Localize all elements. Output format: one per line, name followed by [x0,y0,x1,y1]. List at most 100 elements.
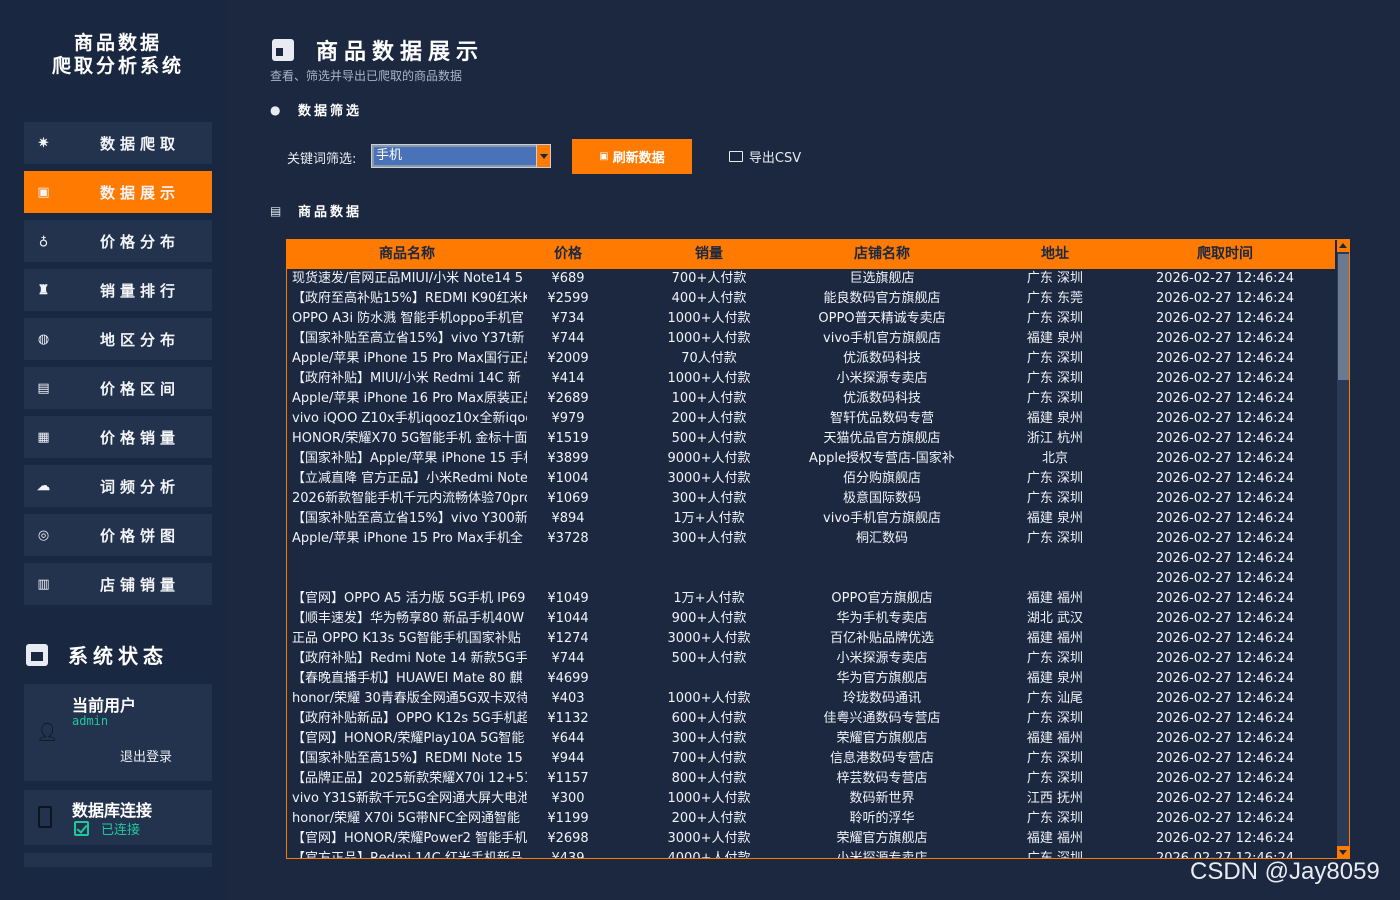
table-row[interactable]: honor/荣耀 X70i 5G带NFC全网通智能 ¥1199 200+人付款 聆听的… [287,809,1335,829]
cell-name: vivo Y31S新款千元5G全网通大屏大电池 [292,791,527,806]
cell-sales: 600+人付款 [671,711,747,726]
table-row[interactable]: 【品牌正品】2025新款荣耀X70i 12+512 ¥1157 800+人付款 梓芸数… [287,769,1335,789]
cell-address: 广东 深圳 [1026,371,1084,386]
nav-item-5[interactable]: ▤ 价格区间 [24,367,212,409]
table-row[interactable]: 【国家补贴至高立省15%】vivo Y37t新 ¥744 1000+人付款 vivo手… [287,329,1335,349]
cell-shop: 巨选旗舰店 [849,271,915,286]
cell-price: ¥4699 [547,671,589,686]
cell-name: 【官方正品】Redmi 14C 红米手机新品 [292,851,523,859]
table-row[interactable]: OPPO A3i 防水溅 智能手机oppo手机官 ¥734 1000+人付款 OPPO… [287,309,1335,329]
nav-item-7[interactable]: ☁ 词频分析 [24,465,212,507]
table-row[interactable]: 【国家补贴至高15%】REDMI Note 15 ¥944 700+人付款 信息港数码… [287,749,1335,769]
table-row[interactable]: Apple/苹果 iPhone 15 Pro Max手机全 ¥3728 300+人付… [287,529,1335,549]
cell-sales: 1000+人付款 [667,691,751,706]
nav-item-0[interactable]: ✷ 数据爬取 [24,122,212,164]
cell-name: Apple/苹果 iPhone 15 Pro Max国行正品 [292,351,527,366]
cell-price: ¥1044 [547,611,589,626]
cell-address: 江西 抚州 [1026,791,1084,806]
cell-shop: 华为手机专卖店 [836,611,928,626]
chevron-down-icon[interactable] [536,145,550,167]
table-row[interactable]: 【政府至高补贴15%】REDMI K90红米K ¥2599 400+人付款 能良数码官… [287,289,1335,309]
cell-address: 福建 福州 [1026,631,1084,646]
cell-name: 正品 OPPO K13s 5G智能手机国家补贴 [292,631,521,646]
nav-item-6[interactable]: ▦ 价格销量 [24,416,212,458]
cell-crawl-time: 2026-02-27 12:46:24 [1155,751,1295,766]
cell-address [955,569,1155,589]
keyword-filter-value[interactable]: 手机 [374,147,538,165]
column-header-name[interactable]: 商品名称 [287,240,527,269]
export-csv-button[interactable]: 导出CSV [720,139,810,174]
table-row[interactable]: HONOR/荣耀X70 5G智能手机 金标十面 ¥1519 500+人付款 天猫优品官… [287,429,1335,449]
table-row[interactable]: 2026新款智能手机千元内流畅体验70pro ¥1069 300+人付款 极意国际数码… [287,489,1335,509]
table-row[interactable]: 2026-02-27 12:46:24 [287,549,1335,569]
table-row[interactable]: vivo iQOO Z10x手机iqooz10x全新iqoo ¥979 200+人付… [287,409,1335,429]
nav-item-1[interactable]: ▣ 数据展示 [24,171,212,213]
nav-item-label: 价格分布 [100,232,181,251]
cell-price: ¥2689 [547,391,589,406]
nav-item-9[interactable]: ▥ 店铺销量 [24,563,212,605]
product-table[interactable]: 商品名称 价格 销量 店铺名称 地址 爬取时间 现货速发/官网正品MIUI/小米… [286,239,1350,859]
table-row[interactable]: 正品 OPPO K13s 5G智能手机国家补贴 ¥1274 3000+人付款 百亿补贴… [287,629,1335,649]
table-row[interactable]: vivo Y31S新款千元5G全网通大屏大电池 ¥300 1000+人付款 数码新世界… [287,789,1335,809]
keyword-filter-label: 关键词筛选: [287,152,357,167]
cell-price: ¥979 [551,411,585,426]
cell-address: 广东 深圳 [1026,531,1084,546]
table-row[interactable]: 【官网】OPPO A5 活力版 5G手机 IP69 ¥1049 1万+人付款 OPPO… [287,589,1335,609]
table-scrollbar[interactable] [1337,240,1349,858]
scrollbar-thumb[interactable] [1338,254,1349,380]
cell-address: 广东 深圳 [1026,391,1084,406]
display-icon [272,39,294,61]
system-status-label: 系统状态 [68,644,168,668]
table-row[interactable]: 【官网】HONOR/荣耀Power2 智能手机 ¥2698 3000+人付款 荣耀官方… [287,829,1335,849]
table-row[interactable]: 2026-02-27 12:46:24 [287,569,1335,589]
sidebar: 商品数据 爬取分析系统 ✷ 数据爬取 ▣ 数据展示 ♁ 价格分布 ♜ 销量排行 ◍ 地区分布 ▤ 价格… [0,0,228,900]
scroll-down-icon[interactable] [1337,846,1349,858]
nav-item-4[interactable]: ◍ 地区分布 [24,318,212,360]
table-row[interactable]: 【官网】HONOR/荣耀Play10A 5G智能 ¥644 300+人付款 荣耀官方旗… [287,729,1335,749]
table-row[interactable]: 【官方正品】Redmi 14C 红米手机新品 ¥439 4000+人付款 小米探源专卖… [287,849,1335,859]
column-header-crawl-time[interactable]: 爬取时间 [1155,240,1295,269]
cell-price: ¥2009 [547,351,589,366]
table-row[interactable]: 【政府补贴新品】OPPO K12s 5G手机超 ¥1132 600+人付款 佳粤兴通数… [287,709,1335,729]
table-row[interactable]: 【顺丰速发】华为畅享80 新品手机40W ¥1044 900+人付款 华为手机专卖店 湖… [287,609,1335,629]
cell-shop: 玲珑数码通讯 [842,691,921,706]
cell-name: 【官网】HONOR/荣耀Play10A 5G智能 [292,731,525,746]
cell-crawl-time: 2026-02-27 12:46:24 [1155,551,1295,566]
table-row[interactable]: Apple/苹果 iPhone 16 Pro Max原装正品 ¥2689 100+人… [287,389,1335,409]
table-row[interactable]: 【国家补贴至高立省15%】vivo Y300新 ¥894 1万+人付款 vivo手机官… [287,509,1335,529]
cell-price: ¥2698 [547,831,589,846]
cell-address: 广东 深圳 [1026,811,1084,826]
table-row[interactable]: 【国家补贴】Apple/苹果 iPhone 15 手机 ¥3899 9000+人付款… [287,449,1335,469]
table-row[interactable]: 现货速发/官网正品MIUI/小米 Note14 5 ¥689 700+人付款 巨选旗舰… [287,269,1335,289]
trophy-icon: ♜ [37,282,55,298]
column-header-shop[interactable]: 店铺名称 [809,240,955,269]
column-header-price[interactable]: 价格 [527,240,609,269]
table-row[interactable]: honor/荣耀 30青春版全网通5G双卡双待 ¥403 1000+人付款 玲珑数码通… [287,689,1335,709]
column-header-address[interactable]: 地址 [955,240,1155,269]
cell-price: ¥1069 [547,491,589,506]
logout-button[interactable]: 退出登录 [120,746,172,765]
keyword-filter-combobox[interactable]: 手机 [371,144,551,168]
nav-item-3[interactable]: ♜ 销量排行 [24,269,212,311]
nav-item-label: 价格销量 [100,428,181,447]
table-row[interactable]: 【春晚直播手机】HUAWEI Mate 80 麒 ¥4699 华为官方旗舰店 福建 泉… [287,669,1335,689]
check-icon [74,821,89,836]
cell-address: 广东 汕尾 [1026,691,1084,706]
table-row[interactable]: 【立减直降 官方正品】小米Redmi Note ¥1004 3000+人付款 佰分购旗… [287,469,1335,489]
cell-shop: 小米探源专卖店 [836,651,928,666]
scroll-up-icon[interactable] [1337,240,1349,252]
nav-item-2[interactable]: ♁ 价格分布 [24,220,212,262]
cell-shop: 佳粤兴通数码专营店 [823,711,941,726]
cell-sales: 200+人付款 [671,811,747,826]
nav-item-8[interactable]: ◎ 价格饼图 [24,514,212,556]
table-row[interactable]: 【政府补贴】Redmi Note 14 新款5G手 ¥744 500+人付款 小米探源… [287,649,1335,669]
refresh-data-button[interactable]: ▣ 刷新数据 [572,139,692,174]
table-row[interactable]: Apple/苹果 iPhone 15 Pro Max国行正品 ¥2009 70人付款… [287,349,1335,369]
cell-shop: 荣耀官方旗舰店 [836,831,928,846]
column-header-sales[interactable]: 销量 [609,240,809,269]
cell-address: 福建 泉州 [1026,411,1084,426]
cell-price: ¥1199 [547,811,589,826]
table-row[interactable]: 【政府补贴】MIUI/小米 Redmi 14C 新 ¥414 1000+人付款 小米探… [287,369,1335,389]
cell-sales: 70人付款 [681,351,737,366]
app-title-line1: 商品数据 [73,32,162,54]
